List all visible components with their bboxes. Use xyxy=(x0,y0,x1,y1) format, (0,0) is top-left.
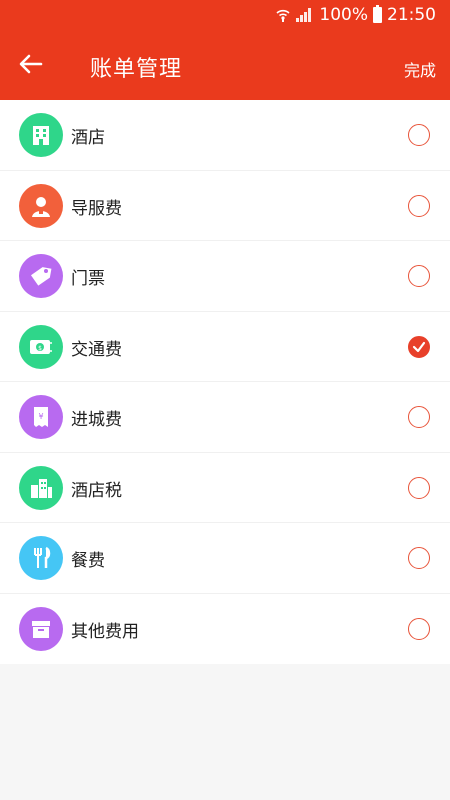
signal-icon xyxy=(296,8,314,22)
toolbar: 账单管理 完成 xyxy=(0,32,450,100)
bill-type-list: 酒店 导服费 门票 $ 交通费 ¥ 进城费 酒店税 餐费 其他费用 xyxy=(0,100,450,664)
status-indicators: 100% 21:50 xyxy=(275,5,436,25)
radio-button[interactable] xyxy=(408,265,430,287)
list-item[interactable]: 导服费 xyxy=(0,171,450,241)
list-item-label: 酒店税 xyxy=(71,480,122,501)
money-icon: $ xyxy=(19,324,63,369)
list-item[interactable]: ¥ 进城费 xyxy=(0,382,450,453)
guide-icon xyxy=(19,183,63,228)
radio-button[interactable] xyxy=(408,476,430,499)
list-item-label: 门票 xyxy=(71,269,105,289)
radio-button[interactable] xyxy=(408,617,430,640)
list-item[interactable]: $ 交通费 xyxy=(0,312,450,382)
wifi-icon xyxy=(276,9,290,22)
list-item-label: 餐费 xyxy=(71,551,105,571)
list-item[interactable]: 酒店 xyxy=(0,100,450,171)
cutlery-icon xyxy=(19,536,63,580)
list-item-label: 交通费 xyxy=(71,339,122,360)
page-title: 账单管理 xyxy=(90,57,183,82)
status-bar: 100% 21:50 xyxy=(0,0,450,32)
list-item[interactable]: 餐费 xyxy=(0,523,450,594)
radio-button[interactable] xyxy=(408,194,430,217)
clock: 21:50 xyxy=(387,5,436,25)
receipt-icon: ¥ xyxy=(19,395,63,439)
app-header: 100% 21:50 账单管理 完成 xyxy=(0,0,450,100)
box-icon xyxy=(19,606,63,651)
radio-button[interactable] xyxy=(408,406,430,428)
list-item-label: 导服费 xyxy=(71,198,122,219)
list-item[interactable]: 门票 xyxy=(0,241,450,312)
list-item-label: 酒店 xyxy=(71,128,105,148)
ticket-tag-icon xyxy=(19,254,63,298)
checkmark-icon xyxy=(412,341,426,352)
done-button[interactable]: 完成 xyxy=(404,57,436,81)
list-item[interactable]: 其他费用 xyxy=(0,594,450,665)
radio-button[interactable] xyxy=(408,124,430,146)
radio-button[interactable] xyxy=(408,547,430,569)
battery-icon xyxy=(373,5,382,23)
battery-percent: 100% xyxy=(319,5,368,25)
svg-text:¥: ¥ xyxy=(38,412,43,421)
buildings-icon xyxy=(19,465,63,510)
hotel-icon xyxy=(19,113,63,157)
svg-text:$: $ xyxy=(38,345,42,352)
list-item-label: 其他费用 xyxy=(71,621,139,642)
radio-button[interactable] xyxy=(408,335,430,358)
back-arrow-icon[interactable] xyxy=(16,49,46,79)
list-item[interactable]: 酒店税 xyxy=(0,453,450,523)
list-item-label: 进城费 xyxy=(71,410,122,430)
